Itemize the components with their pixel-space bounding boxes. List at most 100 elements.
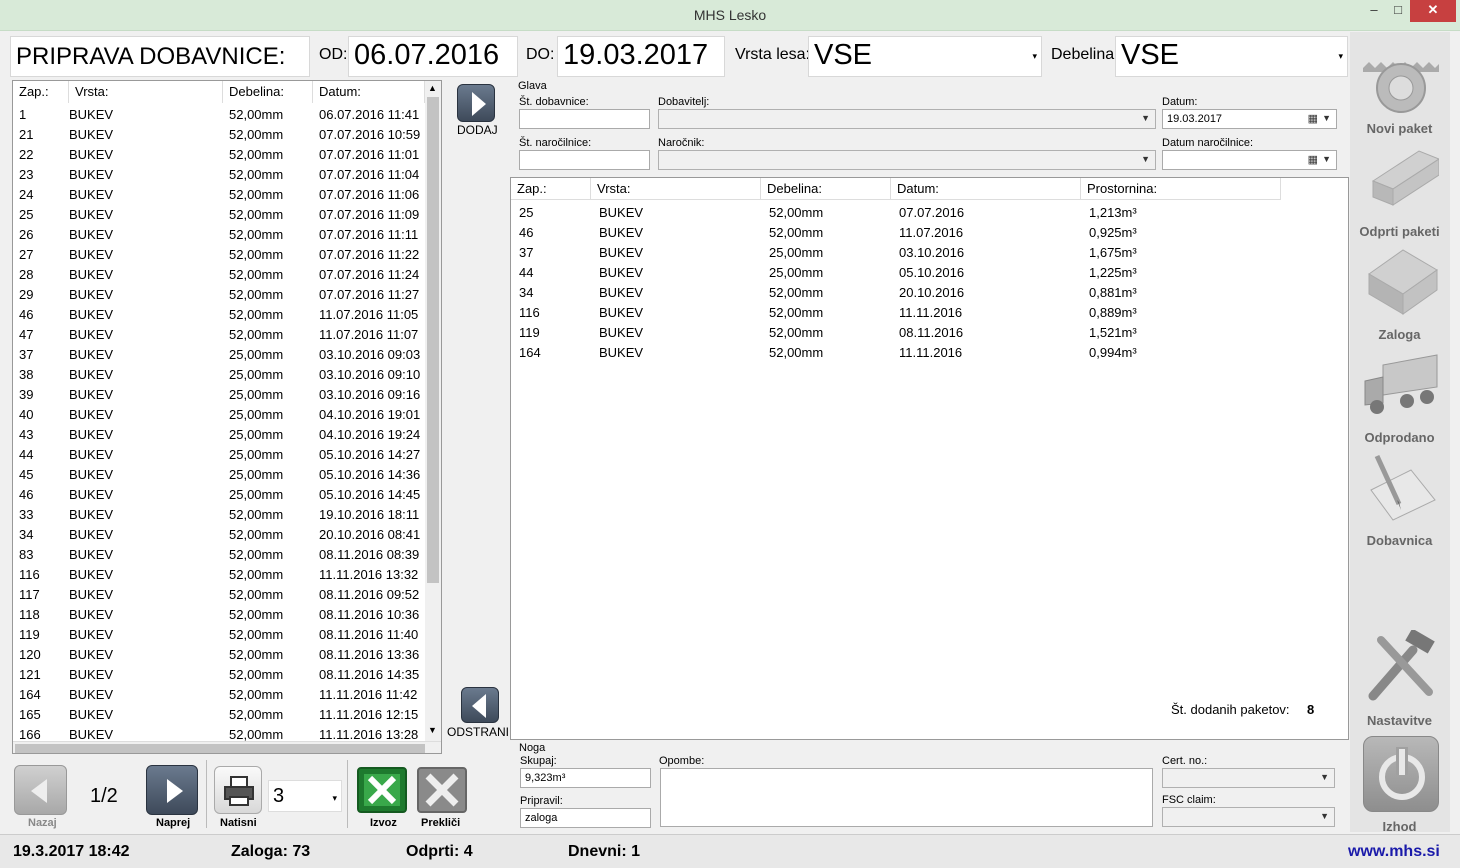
table-row[interactable]: 33 BUKEV 52,00mm 19.10.2016 18:11 [13,505,425,525]
column-header-vrsta[interactable]: Vrsta: [69,81,223,103]
table-row[interactable]: 46 BUKEV 52,00mm 11.07.2016 11:05 [13,305,425,325]
table-row[interactable]: 39 BUKEV 25,00mm 03.10.2016 09:16 [13,385,425,405]
table-row[interactable]: 25 BUKEV 52,00mm 07.07.2016 1,213m³ [511,203,1348,223]
column-header-datum[interactable]: Datum: [313,81,425,103]
table-row[interactable]: 37 BUKEV 25,00mm 03.10.2016 1,675m³ [511,243,1348,263]
table-row[interactable]: 116 BUKEV 52,00mm 11.11.2016 13:32 [13,565,425,585]
do-date-field[interactable]: 19.03.2017 [557,36,725,77]
back-button[interactable] [14,765,67,815]
table-row[interactable]: 165 BUKEV 52,00mm 11.11.2016 12:15 [13,705,425,725]
export-button[interactable] [356,766,408,814]
remove-button[interactable] [461,687,499,723]
maximize-button[interactable]: □ [1386,0,1410,22]
od-date-field[interactable]: 06.07.2016 [348,36,518,77]
calendar-icon[interactable]: ▦ [1308,153,1318,166]
table-row[interactable]: 1 BUKEV 52,00mm 06.07.2016 11:41 [13,105,425,125]
cancel-button[interactable] [416,766,468,814]
sidebar-item-dobavnica[interactable]: Dobavnica [1351,450,1448,550]
scroll-down-icon[interactable]: ▼ [428,725,437,735]
column-header-zap[interactable]: Zap.: [13,81,69,103]
table-row[interactable]: 116 BUKEV 52,00mm 11.11.2016 0,889m³ [511,303,1348,323]
dobavitelj-select[interactable]: ▼ [658,109,1156,129]
table-row[interactable]: 44 BUKEV 25,00mm 05.10.2016 1,225m³ [511,263,1348,283]
table-row[interactable]: 37 BUKEV 25,00mm 03.10.2016 09:03 [13,345,425,365]
close-button[interactable]: ✕ [1410,0,1456,22]
debelina-select[interactable]: VSE ▾ [1115,36,1348,77]
copies-select[interactable]: 3 ▾ [268,780,342,812]
chevron-down-icon[interactable]: ▼ [1322,113,1331,123]
minimize-button[interactable]: ‒ [1362,0,1386,22]
narocnik-select[interactable]: ▼ [658,150,1156,170]
datum-narocilnice-picker[interactable]: ▦ ▼ [1162,150,1337,170]
print-button[interactable] [214,766,262,814]
cert-no-select[interactable]: ▼ [1162,768,1335,788]
column-header-prostornina[interactable]: Prostornina: [1081,178,1281,200]
table-row[interactable]: 25 BUKEV 52,00mm 07.07.2016 11:09 [13,205,425,225]
opombe-textarea[interactable] [660,768,1153,827]
table-row[interactable]: 47 BUKEV 52,00mm 11.07.2016 11:07 [13,325,425,345]
table-cell: 52,00mm [229,327,284,342]
table-row[interactable]: 45 BUKEV 25,00mm 05.10.2016 14:36 [13,465,425,485]
chevron-down-icon[interactable]: ▼ [1322,154,1331,164]
vrsta-lesa-select[interactable]: VSE ▾ [808,36,1042,77]
table-row[interactable]: 121 BUKEV 52,00mm 08.11.2016 14:35 [13,665,425,685]
table-row[interactable]: 164 BUKEV 52,00mm 11.11.2016 11:42 [13,685,425,705]
table-cell: BUKEV [69,407,114,422]
calendar-icon[interactable]: ▦ [1308,112,1318,125]
table-row[interactable]: 34 BUKEV 52,00mm 20.10.2016 0,881m³ [511,283,1348,303]
sidebar-item-zaloga[interactable]: Zaloga [1351,244,1448,344]
table-row[interactable]: 38 BUKEV 25,00mm 03.10.2016 09:10 [13,365,425,385]
table-row[interactable]: 23 BUKEV 52,00mm 07.07.2016 11:04 [13,165,425,185]
table-cell: 164 [19,687,41,702]
table-row[interactable]: 46 BUKEV 52,00mm 11.07.2016 0,925m³ [511,223,1348,243]
table-row[interactable]: 119 BUKEV 52,00mm 08.11.2016 11:40 [13,625,425,645]
pripravil-input[interactable]: zaloga [520,808,651,828]
horizontal-scrollbar[interactable] [13,741,441,753]
scroll-up-icon[interactable]: ▲ [428,83,437,93]
table-row[interactable]: 26 BUKEV 52,00mm 07.07.2016 11:11 [13,225,425,245]
st-dobavnice-input[interactable] [519,109,650,129]
table-row[interactable]: 21 BUKEV 52,00mm 07.07.2016 10:59 [13,125,425,145]
sidebar-item-odprti-paketi[interactable]: Odprti paketi [1351,141,1448,241]
table-row[interactable]: 22 BUKEV 52,00mm 07.07.2016 11:01 [13,145,425,165]
horizontal-scrollbar-thumb[interactable] [15,744,425,753]
table-row[interactable]: 27 BUKEV 52,00mm 07.07.2016 11:22 [13,245,425,265]
st-narocilnice-input[interactable] [519,150,650,170]
next-button[interactable] [146,765,198,815]
table-row[interactable]: 24 BUKEV 52,00mm 07.07.2016 11:06 [13,185,425,205]
table-row[interactable]: 120 BUKEV 52,00mm 08.11.2016 13:36 [13,645,425,665]
sidebar-item-odprodano[interactable]: Odprodano [1351,347,1448,447]
datum-picker[interactable]: 19.03.2017 ▦ ▼ [1162,109,1337,129]
settings-button[interactable]: Nastavitve [1351,630,1448,730]
table-row[interactable]: 118 BUKEV 52,00mm 08.11.2016 10:36 [13,605,425,625]
exit-button[interactable]: Izhod [1351,736,1448,836]
add-button[interactable] [457,84,495,122]
table-row[interactable]: 28 BUKEV 52,00mm 07.07.2016 11:24 [13,265,425,285]
table-cell: BUKEV [69,607,114,622]
chevron-down-icon: ▾ [1032,51,1037,61]
table-row[interactable]: 117 BUKEV 52,00mm 08.11.2016 09:52 [13,585,425,605]
package-list[interactable]: Zap.: Vrsta: Debelina: Datum: 1 BUKEV 52,0… [12,80,442,754]
table-row[interactable]: 164 BUKEV 52,00mm 11.11.2016 0,994m³ [511,343,1348,363]
table-row[interactable]: 40 BUKEV 25,00mm 04.10.2016 19:01 [13,405,425,425]
table-row[interactable]: 43 BUKEV 25,00mm 04.10.2016 19:24 [13,425,425,445]
sidebar-item-novi-paket[interactable]: Novi paket [1351,38,1448,138]
vertical-scrollbar[interactable]: ▲ ▼ [425,81,441,741]
column-header-vrsta[interactable]: Vrsta: [591,178,761,200]
table-row[interactable]: 46 BUKEV 25,00mm 05.10.2016 14:45 [13,485,425,505]
column-header-debelina[interactable]: Debelina: [223,81,313,103]
website-link[interactable]: www.mhs.si [1348,843,1440,861]
table-row[interactable]: 119 BUKEV 52,00mm 08.11.2016 1,521m³ [511,323,1348,343]
table-cell: 25,00mm [229,487,284,502]
table-row[interactable]: 44 BUKEV 25,00mm 05.10.2016 14:27 [13,445,425,465]
table-row[interactable]: 29 BUKEV 52,00mm 07.07.2016 11:27 [13,285,425,305]
column-header-datum[interactable]: Datum: [891,178,1081,200]
column-header-debelina[interactable]: Debelina: [761,178,891,200]
table-row[interactable]: 83 BUKEV 52,00mm 08.11.2016 08:39 [13,545,425,565]
table-row[interactable]: 34 BUKEV 52,00mm 20.10.2016 08:41 [13,525,425,545]
column-header-zap[interactable]: Zap.: [511,178,591,200]
scrollbar-thumb[interactable] [427,97,439,583]
delivery-list[interactable]: Zap.: Vrsta: Debelina: Datum: Prostornin… [510,177,1349,740]
fsc-claim-select[interactable]: ▼ [1162,807,1335,827]
table-cell: 47 [19,327,34,342]
